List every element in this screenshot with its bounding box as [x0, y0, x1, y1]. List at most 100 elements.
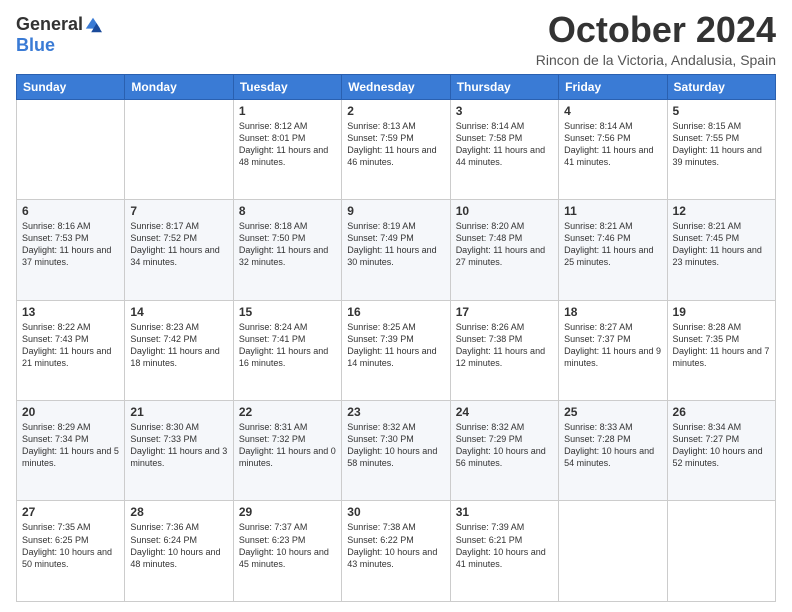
calendar-week-row: 27 Sunrise: 7:35 AM Sunset: 6:25 PM Dayli… — [17, 501, 776, 602]
table-row: 5 Sunrise: 8:15 AM Sunset: 7:55 PM Daylig… — [667, 99, 775, 199]
day-info: Sunrise: 8:34 AM Sunset: 7:27 PM Dayligh… — [673, 421, 770, 470]
day-number: 27 — [22, 505, 119, 519]
logo-blue-text: Blue — [16, 35, 55, 56]
month-title: October 2024 — [536, 10, 776, 50]
day-info: Sunrise: 8:31 AM Sunset: 7:32 PM Dayligh… — [239, 421, 336, 470]
table-row: 28Sunrise: 7:36 AM Sunset: 6:24 PM Dayli… — [125, 501, 233, 602]
day-number: 15 — [239, 305, 336, 319]
table-row: 29 Sunrise: 7:37 AM Sunset: 6:23 PM Dayli… — [233, 501, 341, 602]
day-info: Sunrise: 8:30 AM Sunset: 7:33 PM Dayligh… — [130, 421, 227, 470]
day-number: 18 — [564, 305, 661, 319]
table-row: 23Sunrise: 8:32 AM Sunset: 7:30 PM Dayli… — [342, 401, 450, 501]
day-number: 7 — [130, 204, 227, 218]
calendar-week-row: 13 Sunrise: 8:22 AM Sunset: 7:43 PM Dayli… — [17, 300, 776, 400]
day-number: 6 — [22, 204, 119, 218]
calendar-week-row: 1 Sunrise: 8:12 AM Sunset: 8:01 PM Daylig… — [17, 99, 776, 199]
table-row — [125, 99, 233, 199]
day-number: 24 — [456, 405, 553, 419]
day-info: Sunrise: 7:35 AM Sunset: 6:25 PM Dayligh… — [22, 521, 119, 570]
col-sunday: Sunday — [17, 74, 125, 99]
day-number: 1 — [239, 104, 336, 118]
table-row: 17 Sunrise: 8:26 AM Sunset: 7:38 PM Dayli… — [450, 300, 558, 400]
table-row — [559, 501, 667, 602]
day-info: Sunrise: 8:13 AM Sunset: 7:59 PM Dayligh… — [347, 120, 444, 169]
calendar-week-row: 6 Sunrise: 8:16 AM Sunset: 7:53 PM Daylig… — [17, 200, 776, 300]
table-row: 22 Sunrise: 8:31 AM Sunset: 7:32 PM Dayli… — [233, 401, 341, 501]
logo-general-text: General — [16, 14, 83, 35]
day-number: 30 — [347, 505, 444, 519]
table-row: 3 Sunrise: 8:14 AM Sunset: 7:58 PM Daylig… — [450, 99, 558, 199]
day-number: 26 — [673, 405, 770, 419]
day-info: Sunrise: 8:23 AM Sunset: 7:42 PM Dayligh… — [130, 321, 227, 370]
table-row: 20Sunrise: 8:29 AM Sunset: 7:34 PM Dayli… — [17, 401, 125, 501]
day-info: Sunrise: 8:28 AM Sunset: 7:35 PM Dayligh… — [673, 321, 770, 370]
day-number: 8 — [239, 204, 336, 218]
day-number: 13 — [22, 305, 119, 319]
day-info: Sunrise: 8:27 AM Sunset: 7:37 PM Dayligh… — [564, 321, 661, 370]
col-saturday: Saturday — [667, 74, 775, 99]
col-monday: Monday — [125, 74, 233, 99]
day-info: Sunrise: 7:39 AM Sunset: 6:21 PM Dayligh… — [456, 521, 553, 570]
day-number: 31 — [456, 505, 553, 519]
table-row: 6 Sunrise: 8:16 AM Sunset: 7:53 PM Daylig… — [17, 200, 125, 300]
table-row: 14 Sunrise: 8:23 AM Sunset: 7:42 PM Dayli… — [125, 300, 233, 400]
day-info: Sunrise: 8:15 AM Sunset: 7:55 PM Dayligh… — [673, 120, 770, 169]
day-info: Sunrise: 8:24 AM Sunset: 7:41 PM Dayligh… — [239, 321, 336, 370]
day-number: 22 — [239, 405, 336, 419]
calendar-week-row: 20Sunrise: 8:29 AM Sunset: 7:34 PM Dayli… — [17, 401, 776, 501]
col-friday: Friday — [559, 74, 667, 99]
day-info: Sunrise: 8:14 AM Sunset: 7:58 PM Dayligh… — [456, 120, 553, 169]
table-row: 10 Sunrise: 8:20 AM Sunset: 7:48 PM Dayli… — [450, 200, 558, 300]
day-info: Sunrise: 8:33 AM Sunset: 7:28 PM Dayligh… — [564, 421, 661, 470]
table-row: 15 Sunrise: 8:24 AM Sunset: 7:41 PM Dayli… — [233, 300, 341, 400]
table-row: 7 Sunrise: 8:17 AM Sunset: 7:52 PM Daylig… — [125, 200, 233, 300]
day-info: Sunrise: 7:37 AM Sunset: 6:23 PM Dayligh… — [239, 521, 336, 570]
title-area: October 2024 Rincon de la Victoria, Anda… — [536, 10, 776, 68]
day-number: 3 — [456, 104, 553, 118]
table-row: 30 Sunrise: 7:38 AM Sunset: 6:22 PM Dayli… — [342, 501, 450, 602]
day-info: Sunrise: 8:20 AM Sunset: 7:48 PM Dayligh… — [456, 220, 553, 269]
day-info: Sunrise: 7:38 AM Sunset: 6:22 PM Dayligh… — [347, 521, 444, 570]
day-number: 17 — [456, 305, 553, 319]
table-row: 2 Sunrise: 8:13 AM Sunset: 7:59 PM Daylig… — [342, 99, 450, 199]
day-info: Sunrise: 8:21 AM Sunset: 7:46 PM Dayligh… — [564, 220, 661, 269]
day-info: Sunrise: 8:22 AM Sunset: 7:43 PM Dayligh… — [22, 321, 119, 370]
logo-icon — [84, 16, 102, 34]
day-number: 2 — [347, 104, 444, 118]
day-info: Sunrise: 8:26 AM Sunset: 7:38 PM Dayligh… — [456, 321, 553, 370]
day-info: Sunrise: 8:14 AM Sunset: 7:56 PM Dayligh… — [564, 120, 661, 169]
day-info: Sunrise: 8:17 AM Sunset: 7:52 PM Dayligh… — [130, 220, 227, 269]
table-row: 13 Sunrise: 8:22 AM Sunset: 7:43 PM Dayli… — [17, 300, 125, 400]
day-number: 10 — [456, 204, 553, 218]
day-number: 5 — [673, 104, 770, 118]
day-number: 19 — [673, 305, 770, 319]
day-info: Sunrise: 8:32 AM Sunset: 7:29 PM Dayligh… — [456, 421, 553, 470]
table-row: 24 Sunrise: 8:32 AM Sunset: 7:29 PM Dayli… — [450, 401, 558, 501]
day-number: 12 — [673, 204, 770, 218]
col-tuesday: Tuesday — [233, 74, 341, 99]
day-info: Sunrise: 8:12 AM Sunset: 8:01 PM Dayligh… — [239, 120, 336, 169]
header: General Blue October 2024 Rincon de la V… — [16, 10, 776, 68]
day-number: 21 — [130, 405, 227, 419]
day-number: 4 — [564, 104, 661, 118]
day-number: 14 — [130, 305, 227, 319]
table-row: 11 Sunrise: 8:21 AM Sunset: 7:46 PM Dayli… — [559, 200, 667, 300]
table-row: 18 Sunrise: 8:27 AM Sunset: 7:37 PM Dayli… — [559, 300, 667, 400]
calendar-header-row: Sunday Monday Tuesday Wednesday Thursday… — [17, 74, 776, 99]
day-number: 11 — [564, 204, 661, 218]
day-info: Sunrise: 8:19 AM Sunset: 7:49 PM Dayligh… — [347, 220, 444, 269]
day-number: 29 — [239, 505, 336, 519]
day-info: Sunrise: 8:32 AM Sunset: 7:30 PM Dayligh… — [347, 421, 444, 470]
table-row — [17, 99, 125, 199]
table-row: 25Sunrise: 8:33 AM Sunset: 7:28 PM Dayli… — [559, 401, 667, 501]
calendar-table: Sunday Monday Tuesday Wednesday Thursday… — [16, 74, 776, 602]
table-row: 8 Sunrise: 8:18 AM Sunset: 7:50 PM Daylig… — [233, 200, 341, 300]
table-row — [667, 501, 775, 602]
table-row: 31 Sunrise: 7:39 AM Sunset: 6:21 PM Dayli… — [450, 501, 558, 602]
day-info: Sunrise: 8:29 AM Sunset: 7:34 PM Dayligh… — [22, 421, 119, 470]
day-info: Sunrise: 8:16 AM Sunset: 7:53 PM Dayligh… — [22, 220, 119, 269]
day-info: Sunrise: 7:36 AM Sunset: 6:24 PM Dayligh… — [130, 521, 227, 570]
table-row: 19 Sunrise: 8:28 AM Sunset: 7:35 PM Dayli… — [667, 300, 775, 400]
table-row: 9Sunrise: 8:19 AM Sunset: 7:49 PM Daylig… — [342, 200, 450, 300]
day-info: Sunrise: 8:18 AM Sunset: 7:50 PM Dayligh… — [239, 220, 336, 269]
